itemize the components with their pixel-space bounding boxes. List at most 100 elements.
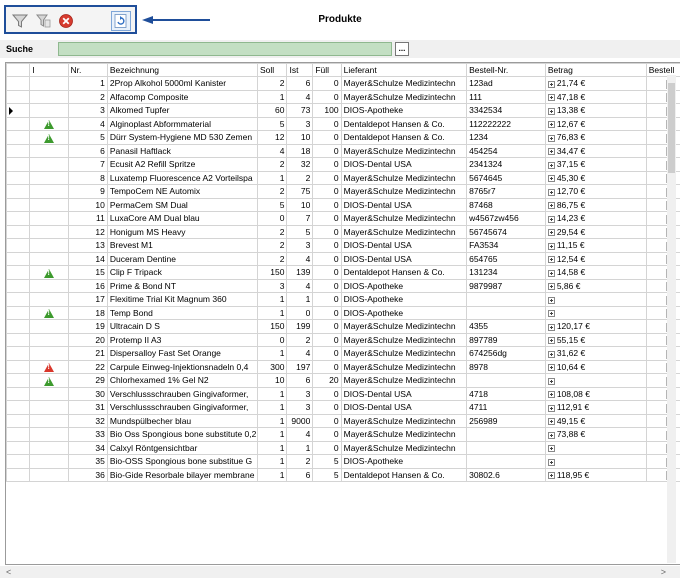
expand-icon[interactable] — [547, 229, 555, 236]
cell-bezeichnung[interactable]: Ultracain D S — [106, 319, 258, 334]
table-row[interactable]: 1 2Prop Alkohol 5000ml Kanister 2 6 0 Mayer&S… — [6, 76, 680, 91]
cell-bestell-nr[interactable]: 111 — [466, 89, 546, 104]
cell-bezeichnung[interactable]: Temp Bond — [106, 305, 258, 320]
cell-bezeichnung[interactable]: Clip F Tripack — [106, 265, 258, 280]
cell-soll[interactable]: 1 — [256, 440, 288, 455]
column-header[interactable]: I — [29, 63, 69, 77]
expand-icon[interactable] — [547, 121, 555, 128]
cell-nr[interactable]: 2 — [67, 89, 108, 104]
cell-soll[interactable]: 1 — [256, 454, 288, 469]
expand-icon[interactable] — [547, 323, 555, 331]
cell-bezeichnung[interactable]: Flexitime Trial Kit Magnum 360 — [106, 292, 258, 307]
cell-bestell-nr[interactable] — [466, 454, 546, 469]
cell-betrag[interactable] — [544, 373, 647, 388]
cell-bezeichnung[interactable]: Bio-OSS Spongious bone substitue G — [106, 454, 258, 469]
expand-icon[interactable] — [547, 80, 555, 88]
cell-lieferant[interactable]: Dentaldepot Hansen & Co. — [340, 467, 468, 482]
cell-bezeichnung[interactable]: Verschlussschrauben Gingivaformer, — [106, 386, 258, 401]
cell-ist[interactable]: 4 — [286, 346, 314, 361]
cell-fuell[interactable]: 0 — [312, 278, 342, 293]
cell-bestell-nr[interactable]: 5674645 — [466, 170, 546, 185]
row-indicator[interactable] — [6, 454, 31, 469]
row-indicator[interactable] — [6, 440, 31, 455]
cell-fuell[interactable]: 5 — [312, 454, 342, 469]
cell-bezeichnung[interactable]: Protemp II A3 — [106, 332, 258, 347]
cell-soll[interactable]: 5 — [256, 116, 288, 131]
cell-fuell[interactable]: 0 — [312, 211, 342, 226]
cell-soll[interactable]: 1 — [256, 292, 288, 307]
table-row[interactable]: 3 Alkomed Tupfer 60 73 100 DIOS-Apotheke 33425… — [6, 103, 680, 118]
table-row[interactable]: 10 PermaCem SM Dual 5 10 0 DIOS-Dental USA 874… — [6, 197, 680, 212]
expand-icon[interactable] — [547, 404, 555, 412]
cell-ist[interactable]: 199 — [286, 319, 314, 334]
cell-nr[interactable]: 14 — [67, 251, 108, 266]
cell-ist[interactable]: 6 — [286, 467, 314, 482]
vertical-scrollbar[interactable] — [667, 75, 676, 563]
cell-ist[interactable]: 0 — [286, 305, 314, 320]
expand-icon[interactable] — [547, 242, 555, 250]
cell-soll[interactable]: 1 — [256, 305, 288, 320]
cell-betrag[interactable]: 21,74 € — [544, 76, 647, 91]
table-row[interactable]: 8 Luxatemp Fluorescence A2 Vorteilspa 1 2 0 M… — [6, 170, 680, 185]
row-indicator[interactable] — [6, 184, 31, 199]
table-row[interactable]: 20 Protemp II A3 0 2 0 Mayer&Schulze Medizint… — [6, 332, 680, 347]
cell-soll[interactable]: 1 — [256, 170, 288, 185]
cell-nr[interactable]: 19 — [67, 319, 108, 334]
cell-lieferant[interactable]: DIOS-Apotheke — [340, 292, 468, 307]
cell-lieferant[interactable]: DIOS-Dental USA — [340, 400, 468, 415]
cell-lieferant[interactable]: DIOS-Dental USA — [340, 386, 468, 401]
cell-bestell-nr[interactable]: 30802.6 — [466, 467, 546, 482]
cell-bestell-nr[interactable]: 9879987 — [466, 278, 546, 293]
expand-icon[interactable] — [547, 418, 555, 425]
cell-fuell[interactable]: 0 — [312, 89, 342, 104]
cell-bezeichnung[interactable]: 2Prop Alkohol 5000ml Kanister — [106, 76, 258, 91]
cell-betrag[interactable]: 12,70 € — [544, 184, 647, 199]
column-header[interactable]: Soll — [256, 63, 288, 77]
cell-lieferant[interactable]: DIOS-Dental USA — [340, 238, 468, 253]
cell-soll[interactable]: 0 — [256, 211, 288, 226]
cell-lieferant[interactable]: Mayer&Schulze Medizintechn — [340, 76, 468, 91]
cell-nr[interactable]: 22 — [67, 359, 108, 374]
expand-icon[interactable] — [547, 391, 555, 398]
expand-icon[interactable] — [547, 161, 555, 169]
column-header[interactable]: Nr. — [67, 63, 108, 77]
cell-betrag[interactable]: 34,47 € — [544, 143, 647, 158]
cell-soll[interactable]: 2 — [256, 184, 288, 199]
table-row[interactable]: 29Chlorhexamed 1% Gel N210620Mayer&Schul… — [6, 373, 680, 388]
cell-lieferant[interactable]: DIOS-Dental USA — [340, 157, 468, 172]
cell-bestell-nr[interactable]: 454254 — [466, 143, 546, 158]
cell-bezeichnung[interactable]: Dürr System-Hygiene MD 530 Zemen — [106, 130, 258, 145]
cell-ist[interactable]: 6 — [286, 76, 314, 91]
cell-soll[interactable]: 1 — [256, 467, 288, 482]
table-row[interactable]: 9 TempoCem NE Automix 2 75 0 Mayer&Schulze Me… — [6, 184, 680, 199]
cell-lieferant[interactable]: Mayer&Schulze Medizintechn — [340, 211, 468, 226]
cell-ist[interactable]: 2 — [286, 454, 314, 469]
expand-icon[interactable] — [547, 431, 555, 439]
cell-betrag[interactable]: 12,67 € — [544, 116, 647, 131]
expand-icon[interactable] — [547, 458, 555, 466]
cell-bezeichnung[interactable]: Mundspülbecher blau — [106, 413, 258, 428]
cell-fuell[interactable]: 0 — [312, 170, 342, 185]
cell-bezeichnung[interactable]: Verschlussschrauben Gingivaformer, — [106, 400, 258, 415]
cell-fuell[interactable]: 0 — [312, 332, 342, 347]
row-indicator[interactable] — [6, 332, 31, 347]
cell-bestell-nr[interactable]: 8765r7 — [466, 184, 546, 199]
cell-bestell-nr[interactable]: 4355 — [466, 319, 546, 334]
cell-betrag[interactable] — [544, 440, 647, 455]
cell-ist[interactable]: 1 — [286, 440, 314, 455]
cell-fuell[interactable]: 0 — [312, 197, 342, 212]
row-indicator[interactable] — [6, 386, 31, 401]
table-row[interactable]: 35 Bio-OSS Spongious bone substitue G125D… — [6, 454, 680, 469]
table-row[interactable]: 18Temp Bond100DIOS-Apotheke — [6, 305, 680, 320]
cell-fuell[interactable]: 0 — [312, 157, 342, 172]
cell-nr[interactable]: 10 — [67, 197, 108, 212]
cell-lieferant[interactable]: Mayer&Schulze Medizintechn — [340, 143, 468, 158]
table-row[interactable]: 2 Alfacomp Composite 1 4 0 Mayer&Schulze Medi… — [6, 89, 680, 104]
cell-nr[interactable]: 12 — [67, 224, 108, 239]
cell-lieferant[interactable]: Mayer&Schulze Medizintechn — [340, 184, 468, 199]
table-row[interactable]: 11 LuxaCore AM Dual blau 0 7 0 Mayer&Schulze … — [6, 211, 680, 226]
cell-bestell-nr[interactable]: w4567zw456 — [466, 211, 546, 226]
expand-icon[interactable] — [547, 337, 555, 344]
row-indicator[interactable] — [6, 197, 31, 212]
cell-ist[interactable]: 197 — [286, 359, 314, 374]
